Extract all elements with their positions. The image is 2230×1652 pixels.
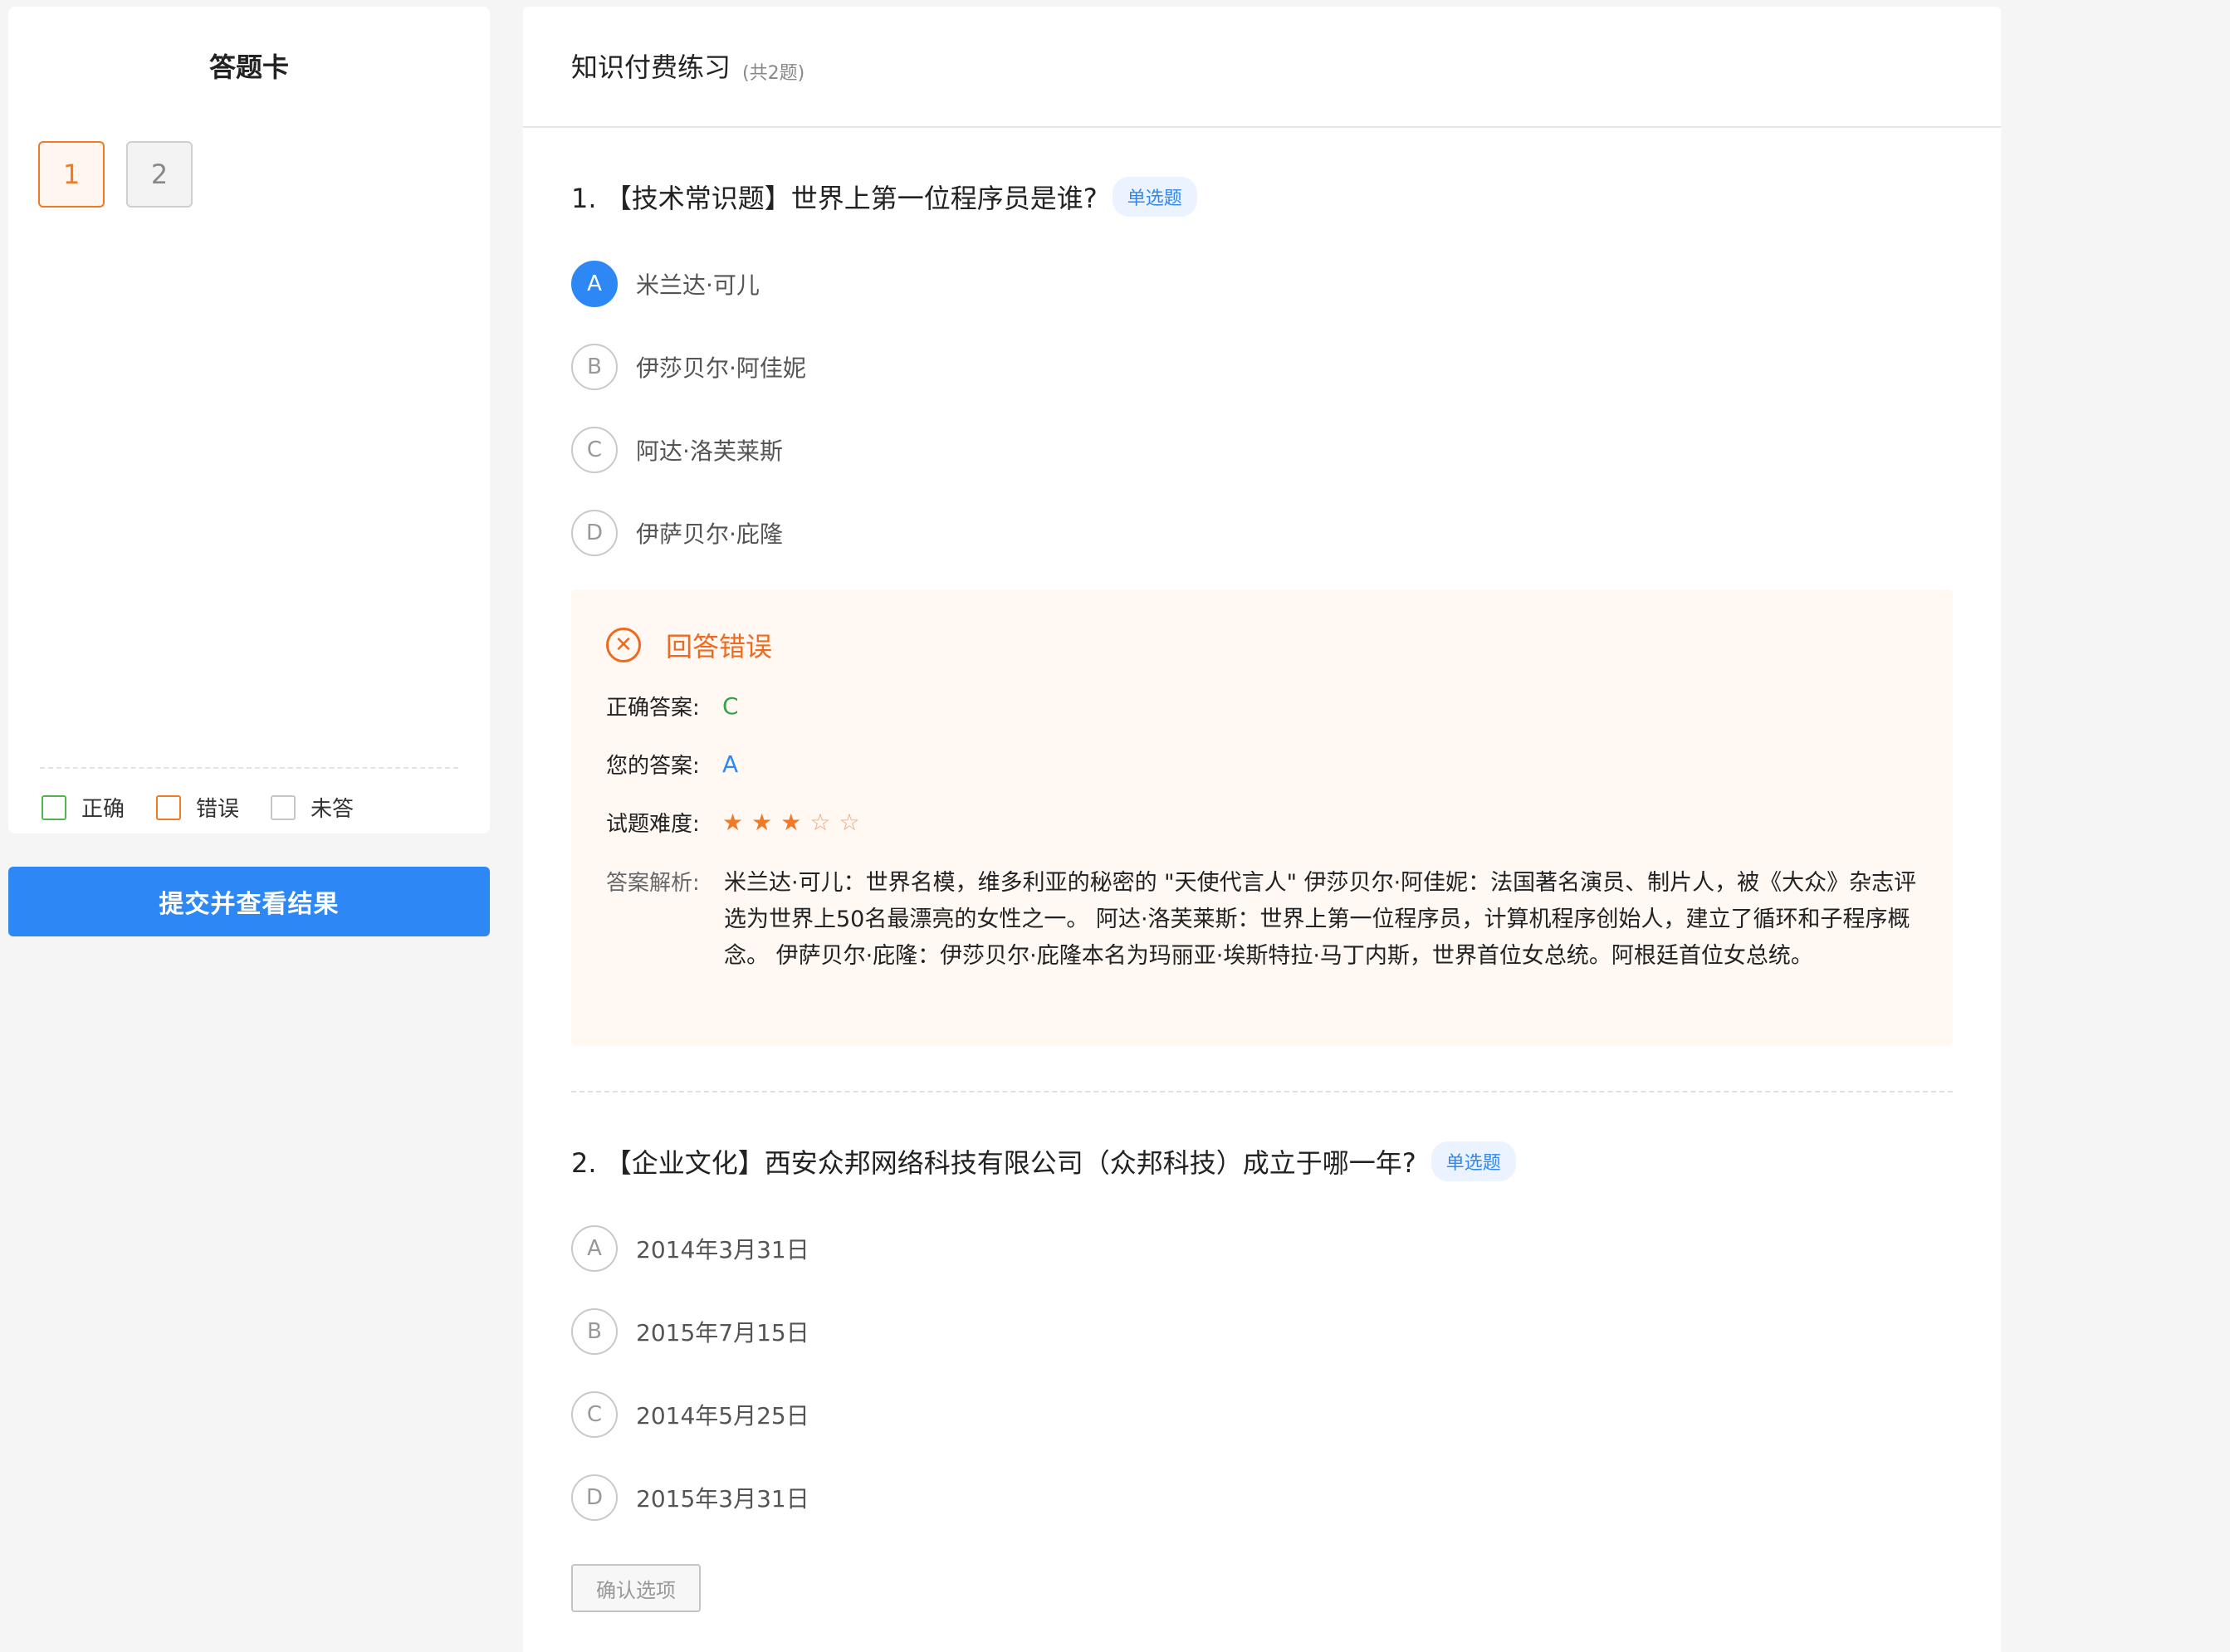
q2-option-c-marker: C [571,1391,618,1438]
q1-option-a[interactable]: A 米兰达·可儿 [571,261,1953,307]
legend-unanswered-swatch [271,794,296,820]
answer-card-panel: 答题卡 1 2 正确 错误 未答 [8,7,490,833]
wrong-circle-icon: ✕ [606,628,641,662]
difficulty-stars: ★ ★ ★ ☆ ☆ [722,808,860,836]
q1-result-panel: ✕ 回答错误 正确答案: C 您的答案: A 试题难度: ★ ★ ★ ☆ ☆ 答案解析:… [571,589,1953,1046]
question-2-title: 2. 【企业文化】西安众邦网络科技有限公司（众邦科技）成立于哪一年? [571,1147,1416,1179]
question-2-type-badge: 单选题 [1430,1141,1516,1181]
practice-page: 答题卡 1 2 正确 错误 未答 提交并查看结果 知识付费练习 (共2题) 1.… [0,0,2230,1652]
question-1: 1. 【技术常识题】世界上第一位程序员是谁? 单选题 A 米兰达·可儿 B 伊莎… [571,176,1953,593]
q1-option-a-marker: A [571,261,618,307]
q1-option-b-marker: B [571,344,618,390]
page-title: 知识付费练习 [571,51,731,83]
your-answer-row: 您的答案: A [606,749,738,780]
question-1-options: A 米兰达·可儿 B 伊莎贝尔·阿佳妮 C 阿达·洛芙莱斯 D 伊萨贝尔·庇隆 [571,261,1953,556]
main-header: 知识付费练习 (共2题) [523,7,2001,128]
star-filled-icon: ★ [751,808,773,836]
q2-option-c[interactable]: C 2014年5月25日 [571,1391,1953,1438]
analysis-label: 答案解析: [606,871,700,896]
question-1-title: 1. 【技术常识题】世界上第一位程序员是谁? [571,183,1098,214]
q1-option-c-marker: C [571,427,618,473]
correct-answer-row: 正确答案: C [606,691,739,721]
q2-option-d[interactable]: D 2015年3月31日 [571,1474,1953,1521]
legend-correct-swatch [42,794,66,820]
q2-option-d-text: 2015年3月31日 [636,1485,809,1513]
q2-option-d-marker: D [571,1474,618,1521]
q1-result-header: ✕ 回答错误 [606,626,772,664]
correct-answer-label: 正确答案: [606,696,700,721]
answer-card-title: 答题卡 [208,51,289,83]
star-empty-icon: ☆ [809,808,831,836]
analysis-text: 米兰达·可儿：世界名模，维多利亚的秘密的 "天使代言人" 伊莎贝尔·阿佳妮：法国… [724,870,1917,969]
star-filled-icon: ★ [722,808,744,836]
your-answer-value: A [722,750,739,778]
legend-wrong: 错误 [156,792,239,823]
question-divider [571,1091,1953,1092]
question-2-title-row: 2. 【企业文化】西安众邦网络科技有限公司（众邦科技）成立于哪一年? 单选题 [571,1141,1953,1182]
question-2: 2. 【企业文化】西安众邦网络科技有限公司（众邦科技）成立于哪一年? 单选题 A… [571,1141,1953,1557]
q1-option-d[interactable]: D 伊萨贝尔·庇隆 [571,510,1953,556]
question-number-1[interactable]: 1 [38,141,105,208]
q1-option-a-text: 米兰达·可儿 [636,271,760,299]
question-2-options: A 2014年3月31日 B 2015年7月15日 C 2014年5月25日 D… [571,1225,1953,1521]
legend-unanswered-label: 未答 [311,797,355,822]
q2-option-a[interactable]: A 2014年3月31日 [571,1225,1953,1272]
q1-option-b[interactable]: B 伊莎贝尔·阿佳妮 [571,344,1953,390]
legend-correct-label: 正确 [81,797,125,822]
q1-option-c-text: 阿达·洛芙莱斯 [636,437,783,465]
question-1-type-badge: 单选题 [1112,177,1197,217]
q1-option-c[interactable]: C 阿达·洛芙莱斯 [571,427,1953,473]
q1-option-d-text: 伊萨贝尔·庇隆 [636,521,783,548]
q1-result-status: 回答错误 [666,631,773,662]
difficulty-label: 试题难度: [606,812,700,837]
submit-and-view-results-button[interactable]: 提交并查看结果 [8,867,490,936]
q2-option-b-text: 2015年7月15日 [636,1319,809,1347]
question-number-2[interactable]: 2 [126,141,193,208]
legend-wrong-label: 错误 [196,797,240,822]
q2-option-b-marker: B [571,1308,618,1355]
status-legend: 正确 错误 未答 [42,792,354,823]
q1-option-b-text: 伊莎贝尔·阿佳妮 [636,354,806,382]
legend-correct: 正确 [42,792,125,823]
q2-option-a-text: 2014年3月31日 [636,1236,809,1263]
confirm-option-button[interactable]: 确认选项 [571,1564,701,1612]
analysis-row: 答案解析: 米兰达·可儿：世界名模，维多利亚的秘密的 "天使代言人" 伊莎贝尔·… [606,865,1918,975]
legend-wrong-swatch [156,794,182,820]
main-panel: 知识付费练习 (共2题) 1. 【技术常识题】世界上第一位程序员是谁? 单选题 … [523,7,2001,1652]
question-count: (共2题) [742,63,805,84]
legend-unanswered: 未答 [271,792,354,823]
legend-divider [40,767,458,769]
q2-option-b[interactable]: B 2015年7月15日 [571,1308,1953,1355]
question-1-title-row: 1. 【技术常识题】世界上第一位程序员是谁? 单选题 [571,176,1953,217]
star-empty-icon: ☆ [839,808,860,836]
question-number-grid: 1 2 [38,141,193,208]
q1-option-d-marker: D [571,510,618,556]
q2-option-a-marker: A [571,1225,618,1272]
correct-answer-value: C [722,692,739,720]
difficulty-row: 试题难度: ★ ★ ★ ☆ ☆ [606,807,860,838]
your-answer-label: 您的答案: [606,754,700,779]
star-filled-icon: ★ [780,808,802,836]
q2-option-c-text: 2014年5月25日 [636,1402,809,1430]
